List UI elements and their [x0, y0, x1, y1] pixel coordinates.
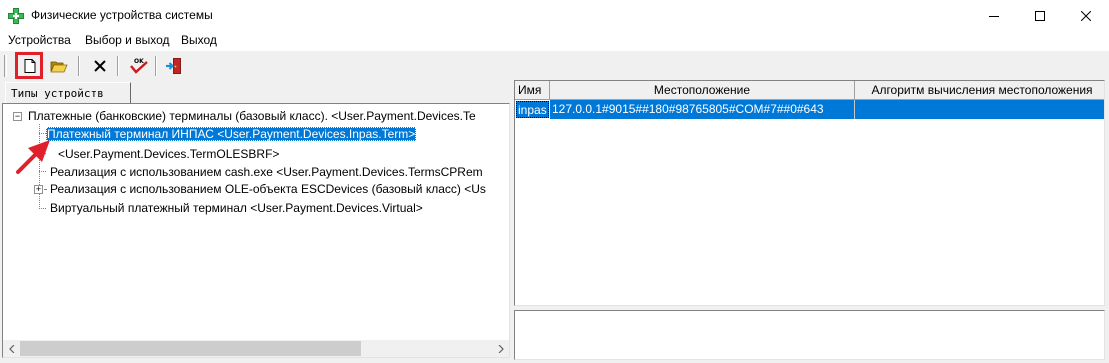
chevron-right-icon	[498, 344, 504, 353]
tree-connector	[44, 189, 46, 190]
tree-item[interactable]: Виртуальный платежный терминал <User.Pay…	[50, 200, 423, 217]
open-folder-icon	[49, 61, 68, 73]
column-header-name[interactable]: Имя	[515, 81, 550, 100]
scrollbar-thumb[interactable]	[20, 341, 361, 356]
minimize-icon	[989, 15, 999, 17]
main-window: Физические устройства системы Устройства…	[0, 0, 1109, 363]
tree-item-label: Реализация с использованием cash.exe <Us…	[50, 165, 483, 179]
toolbar: OK	[0, 50, 1109, 80]
tree-item-inpas-term[interactable]: Платежный терминал ИНПАС <User.Payment.D…	[46, 126, 417, 143]
column-header-location[interactable]: Местоположение	[550, 81, 855, 100]
scroll-left-button[interactable]	[3, 340, 20, 357]
exit-button[interactable]	[162, 55, 185, 77]
ok-button[interactable]: OK	[127, 55, 150, 77]
delete-icon	[93, 60, 106, 72]
maximize-button[interactable]	[1017, 0, 1063, 31]
menu-devices[interactable]: Устройства	[8, 33, 71, 47]
tree-item-label: <User.Payment.Devices.TermOLESBRF>	[58, 147, 280, 161]
chevron-left-icon	[8, 344, 14, 353]
toolbar-separator	[155, 56, 157, 76]
device-types-tree[interactable]: − Платежные (банковские) терминалы (базо…	[2, 103, 510, 358]
title-bar: Физические устройства системы	[0, 0, 1109, 31]
svg-text:OK: OK	[134, 58, 144, 65]
close-icon	[1081, 10, 1091, 21]
device-types-tabstrip: Типы устройств	[2, 80, 510, 104]
tree-collapse-toggle[interactable]: −	[13, 112, 22, 121]
toolbar-separator	[117, 56, 119, 76]
tree-horizontal-scrollbar[interactable]	[3, 340, 509, 357]
tree-item[interactable]: Реализация с использованием cash.exe <Us…	[50, 164, 483, 181]
app-cross-icon	[8, 8, 24, 24]
delete-button[interactable]	[88, 55, 111, 77]
toolbar-grip[interactable]	[4, 55, 7, 77]
tree-item[interactable]: <User.Payment.Devices.TermOLESBRF>	[58, 146, 279, 163]
scroll-right-button[interactable]	[492, 340, 509, 357]
menu-select-and-exit[interactable]: Выбор и выход	[85, 33, 170, 47]
tree-item[interactable]: Реализация с использованием OLE-объекта …	[50, 181, 486, 198]
new-button-highlight	[15, 52, 43, 79]
tree-item-label: Платежный терминал ИНПАС <User.Payment.D…	[46, 127, 417, 141]
open-button[interactable]	[47, 55, 70, 77]
tree-item-label: Виртуальный платежный терминал <User.Pay…	[50, 201, 423, 215]
tree-item[interactable]: Платежные (банковские) терминалы (базовы…	[28, 108, 476, 125]
tree-connector	[39, 208, 46, 209]
tree-expand-toggle[interactable]: +	[34, 185, 43, 194]
devices-grid[interactable]: Имя Местоположение Алгоритм вычисления м…	[514, 80, 1105, 306]
annotation-arrow-icon	[16, 140, 50, 174]
exit-door-icon	[165, 58, 181, 74]
grid-cell-algorithm[interactable]	[855, 100, 1104, 119]
tab-device-types[interactable]: Типы устройств	[5, 82, 131, 104]
details-memo[interactable]	[514, 310, 1105, 360]
ok-check-icon: OK	[129, 58, 148, 74]
grid-cell-location[interactable]: 127.0.0.1#9015##180#98765805#COM#7##0#64…	[550, 100, 855, 119]
menu-exit[interactable]: Выход	[181, 33, 217, 47]
tree-item-label: Реализация с использованием OLE-объекта …	[50, 182, 486, 196]
close-button[interactable]	[1063, 0, 1109, 31]
grid-cell-name[interactable]: inpas	[515, 100, 550, 119]
maximize-icon	[1035, 10, 1045, 21]
toolbar-separator	[78, 56, 80, 76]
column-header-algorithm[interactable]: Алгоритм вычисления местоположения	[855, 81, 1104, 100]
tree-connector	[39, 133, 46, 134]
tree-item-label: Платежные (банковские) терминалы (базовы…	[28, 109, 476, 123]
window-title: Физические устройства системы	[31, 8, 213, 22]
minimize-button[interactable]	[971, 0, 1017, 31]
menu-bar: Устройства Выбор и выход Выход	[0, 31, 1109, 50]
